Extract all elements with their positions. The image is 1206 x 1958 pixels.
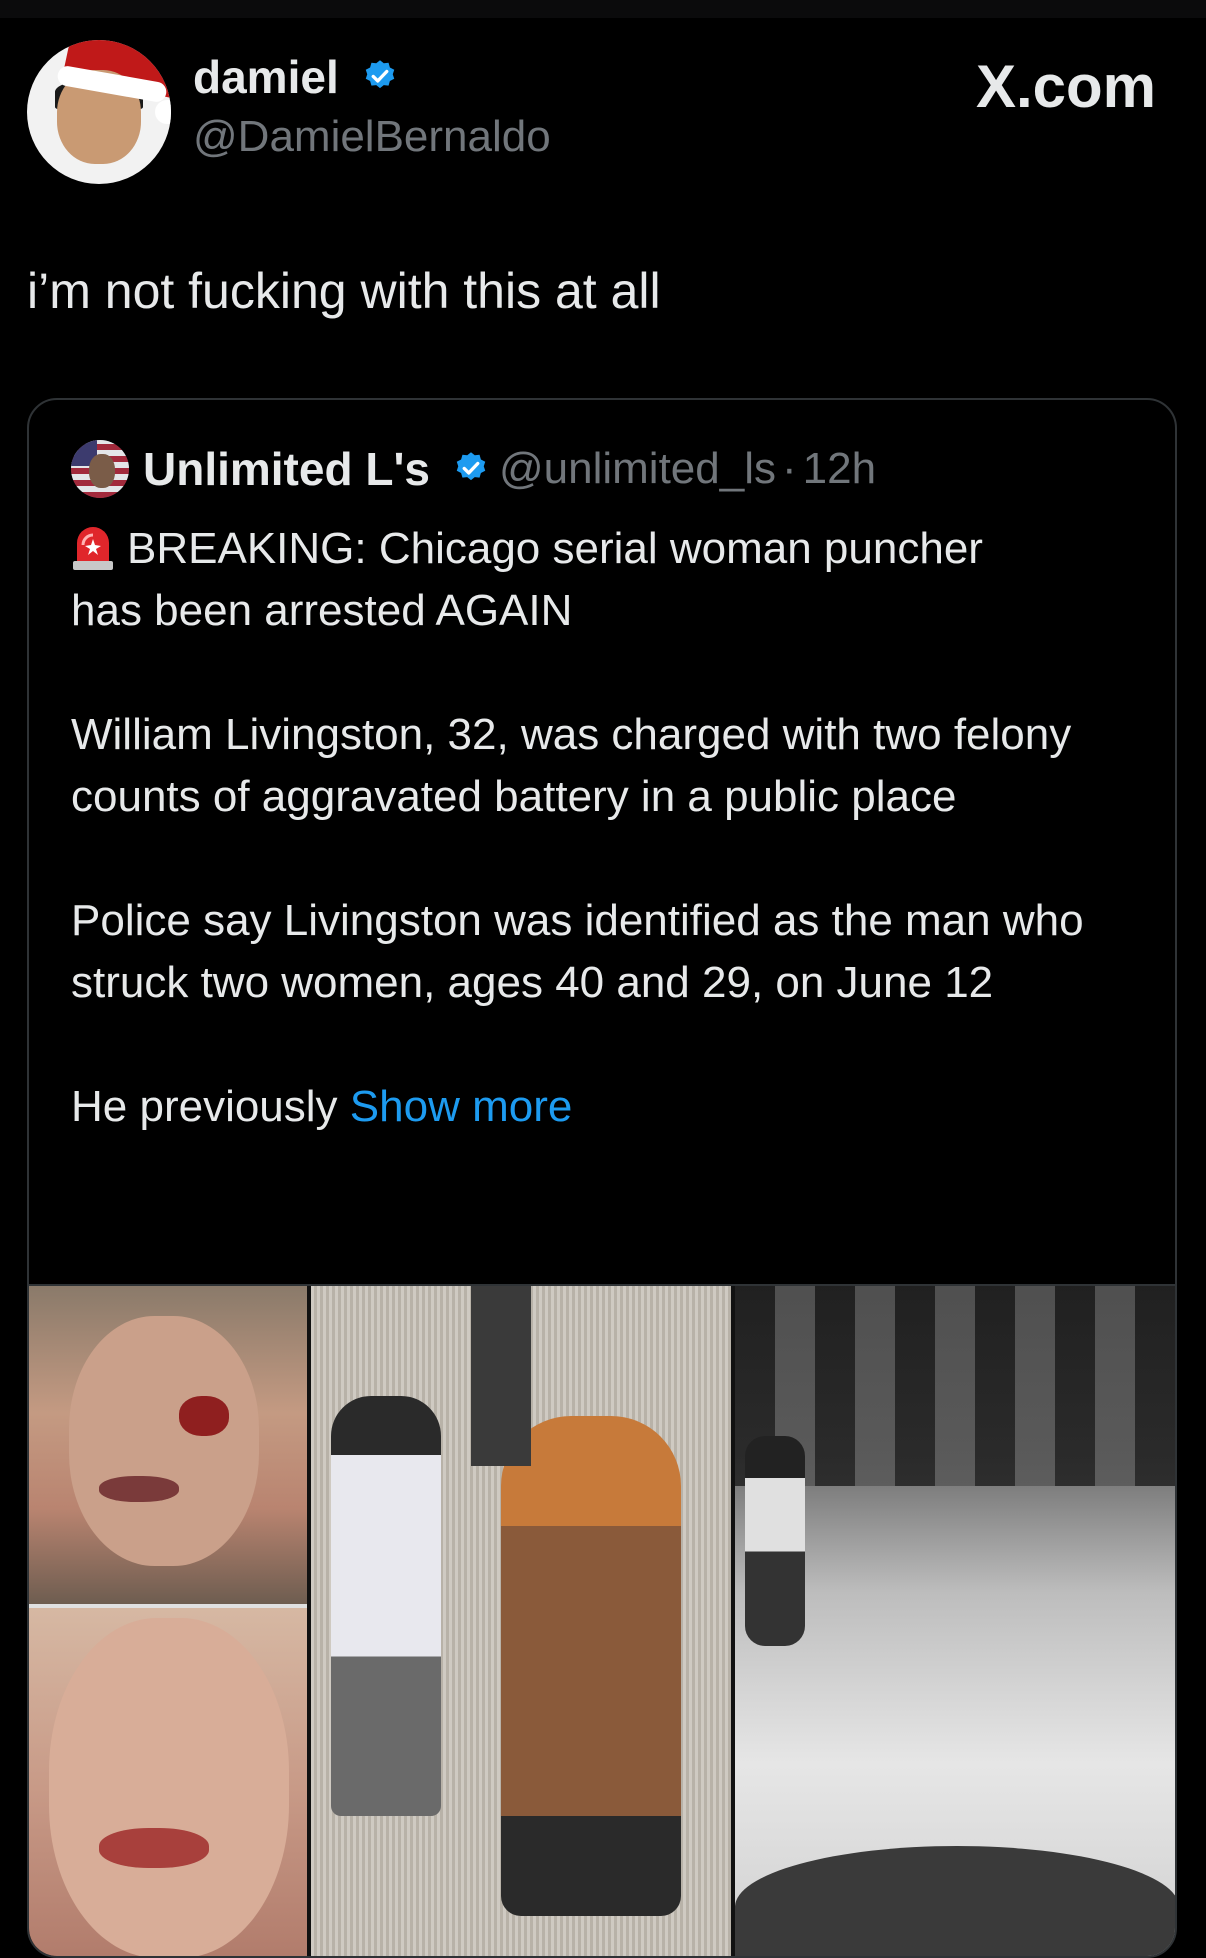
site-logo-text: X.com: [975, 53, 1156, 120]
quoted-author-handle[interactable]: @unlimited_ls: [499, 444, 776, 493]
author-name[interactable]: damiel: [193, 51, 339, 103]
tweet-text: i’m not fucking with this at all: [27, 263, 661, 319]
verified-badge-icon: [362, 51, 398, 105]
police-siren-emoji-icon: [71, 523, 115, 571]
quoted-author-name-row[interactable]: Unlimited L's: [143, 442, 489, 500]
author-avatar[interactable]: [27, 40, 171, 184]
photo-street-surveillance[interactable]: [311, 1286, 731, 1956]
author-handle[interactable]: @DamielBernaldo: [193, 112, 551, 162]
quoted-tweet-body: BREAKING: Chicago serial woman puncher h…: [71, 518, 1151, 1138]
author-name-row[interactable]: damiel: [193, 50, 398, 108]
quoted-author-avatar[interactable]: [71, 440, 129, 498]
top-bar: [0, 0, 1206, 18]
photo-injured-woman-2[interactable]: [29, 1608, 307, 1956]
quoted-timestamp[interactable]: 12h: [803, 444, 876, 493]
media-collage[interactable]: [29, 1284, 1175, 1956]
verified-badge-icon: [453, 443, 489, 497]
quoted-meta: @unlimited_ls · 12h: [499, 444, 877, 493]
quoted-tweet-card[interactable]: Unlimited L's @unlimited_ls · 12h BREAKING…: [27, 398, 1177, 1958]
quoted-paragraph-3: Police say Livingston was identified as …: [71, 896, 1084, 1007]
quoted-body-line2: has been arrested AGAIN: [71, 586, 573, 635]
quoted-paragraph-4: He previously Show more: [71, 1082, 573, 1131]
photo-blurred-scene[interactable]: [735, 1286, 1175, 1956]
quoted-author-name[interactable]: Unlimited L's: [143, 443, 430, 495]
quoted-body-line1: BREAKING: Chicago serial woman puncher: [127, 524, 983, 573]
photo-injured-woman-1[interactable]: [29, 1286, 307, 1604]
show-more-link[interactable]: Show more: [350, 1082, 573, 1131]
quoted-paragraph-2: William Livingston, 32, was charged with…: [71, 710, 1072, 821]
